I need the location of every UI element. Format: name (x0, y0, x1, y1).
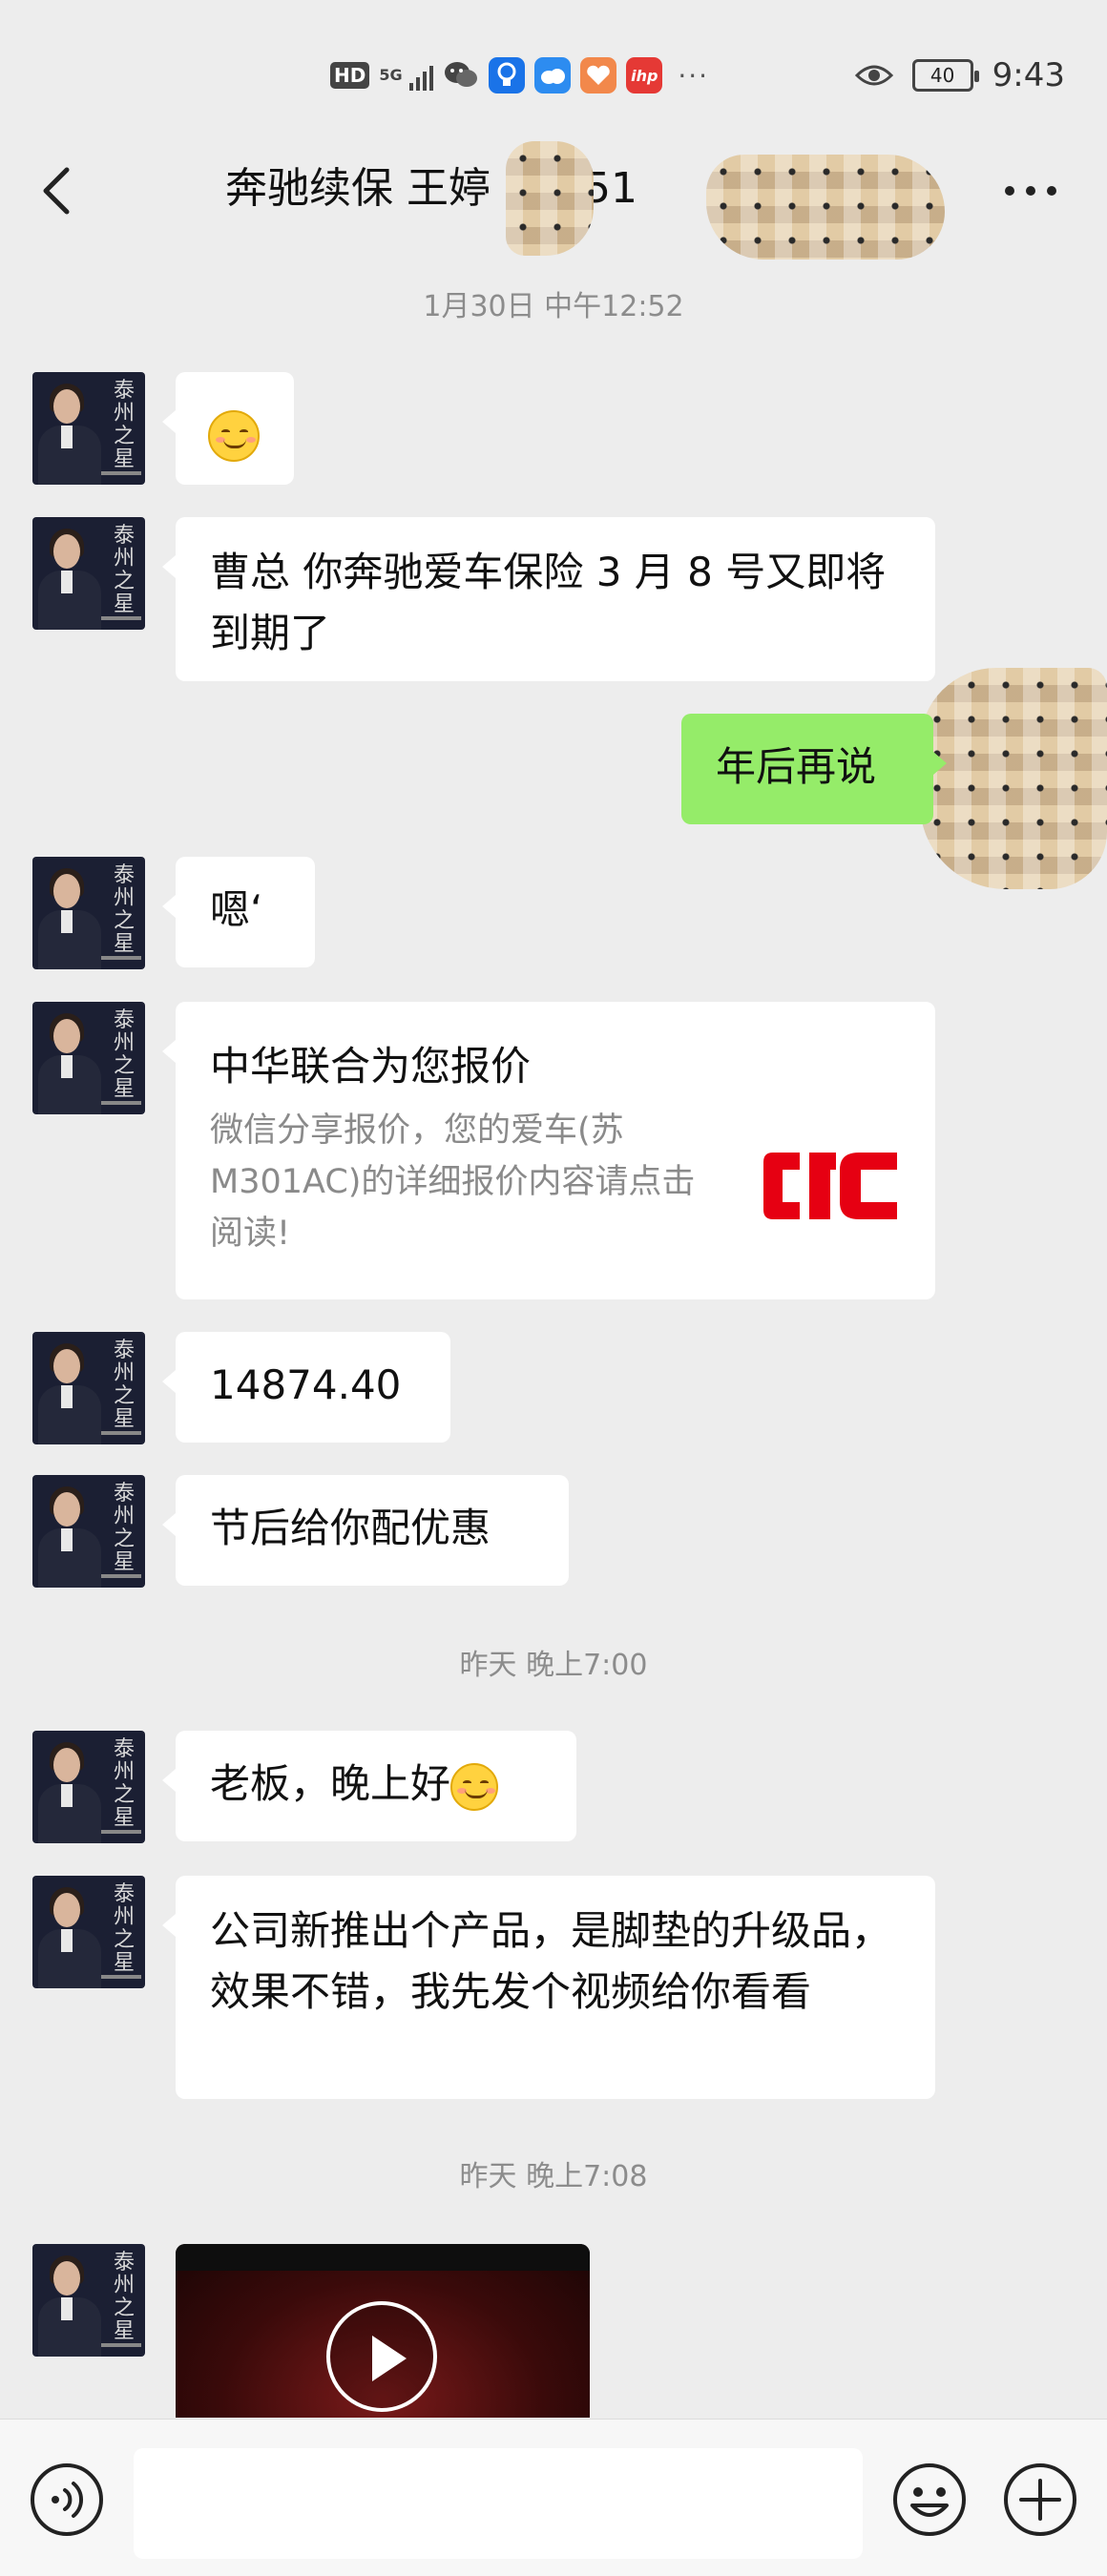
redaction-mosaic (506, 141, 594, 256)
avatar[interactable]: 泰州之星 (32, 2244, 145, 2357)
redaction-mosaic (920, 668, 1107, 889)
avatar-brand-text: 泰州之星 (113, 2251, 135, 2343)
back-arrow-icon[interactable] (34, 162, 82, 219)
weather-app-icon (534, 57, 572, 93)
voice-input-icon[interactable] (29, 2462, 105, 2538)
hd-badge: HD (330, 62, 370, 89)
avatar-brand-text: 泰州之星 (113, 379, 135, 471)
message-text: 老板，晚上好 (210, 1760, 451, 1807)
emoji-picker-icon[interactable] (891, 2462, 968, 2538)
signal-icon (409, 60, 434, 91)
message-bubble[interactable]: 嗯‘ (162, 857, 315, 967)
input-bar (0, 2419, 1107, 2576)
avatar-brand-text: 泰州之星 (113, 1339, 135, 1431)
status-right-icons: 40 9:43 (854, 55, 1065, 95)
avatar-brand-text: 泰州之星 (113, 1882, 135, 1975)
avatar-brand-text: 泰州之星 (113, 1008, 135, 1101)
avatar[interactable]: 泰州之星 (32, 1002, 145, 1114)
redaction-mosaic (706, 155, 945, 260)
avatar[interactable]: 泰州之星 (32, 1876, 145, 1988)
play-icon[interactable] (326, 2301, 437, 2412)
eye-comfort-icon (854, 65, 893, 86)
cic-logo-icon (763, 1153, 897, 1219)
timestamp: 昨天 晚上7:08 (459, 2160, 648, 2193)
message-bubble[interactable]: 14874.40 (162, 1332, 450, 1443)
message-bubble[interactable]: 老板，晚上好 (162, 1731, 576, 1841)
battery-icon: 40 (911, 59, 979, 92)
avatar-brand-text: 泰州之星 (113, 863, 135, 956)
status-bar: HD 5G ihp ··· 40 9:43 (0, 0, 1107, 143)
timestamp: 昨天 晚上7:00 (459, 1649, 648, 1682)
plus-icon[interactable] (1002, 2462, 1078, 2538)
avatar[interactable]: 泰州之星 (32, 1332, 145, 1444)
avatar[interactable]: 泰州之星 (32, 857, 145, 969)
smiling-face-emoji-icon (450, 1762, 499, 1811)
network-type: 5G (379, 66, 403, 84)
health-app-icon (580, 57, 617, 93)
avatar-brand-text: 泰州之星 (113, 1482, 135, 1574)
status-left-icons: HD 5G ihp ··· (330, 55, 709, 95)
message-bubble[interactable]: 曹总 你奔驰爱车保险 3 月 8 号又即将到期了 (162, 517, 935, 681)
my-message-bubble[interactable]: 年后再说 (681, 714, 947, 824)
card-title: 中华联合为您报价 (210, 1043, 532, 1090)
avatar[interactable]: 泰州之星 (32, 1475, 145, 1588)
bulb-app-icon (489, 57, 526, 93)
quote-link-card[interactable]: 中华联合为您报价 微信分享报价，您的爱车(苏M301AC)的详细报价内容请点击阅… (162, 1002, 935, 1299)
more-notifications-icon: ··· (678, 59, 710, 92)
clock: 9:43 (992, 56, 1065, 94)
wechat-icon (443, 57, 479, 93)
timestamp: 1月30日 中午12:52 (423, 290, 684, 323)
avatar[interactable]: 泰州之星 (32, 517, 145, 630)
card-description: 微信分享报价，您的爱车(苏M301AC)的详细报价内容请点击阅读! (210, 1111, 696, 1253)
message-input[interactable] (134, 2448, 863, 2559)
message-bubble[interactable]: 节后给你配优惠 (162, 1475, 569, 1586)
message-bubble[interactable] (162, 372, 294, 485)
more-options-icon[interactable] (992, 172, 1069, 210)
video-message[interactable] (176, 2244, 590, 2418)
avatar[interactable]: 泰州之星 (32, 372, 145, 485)
smiling-face-emoji-icon (208, 409, 260, 462)
avatar[interactable]: 泰州之星 (32, 1731, 145, 1843)
avatar-brand-text: 泰州之星 (113, 524, 135, 616)
avatar-brand-text: 泰州之星 (113, 1737, 135, 1830)
battery-level: 40 (929, 64, 955, 87)
message-bubble[interactable]: 公司新推出个产品，是脚垫的升级品，效果不错，我先发个视频给你看看 (162, 1876, 935, 2099)
ihp-app-icon: ihp (626, 57, 663, 93)
